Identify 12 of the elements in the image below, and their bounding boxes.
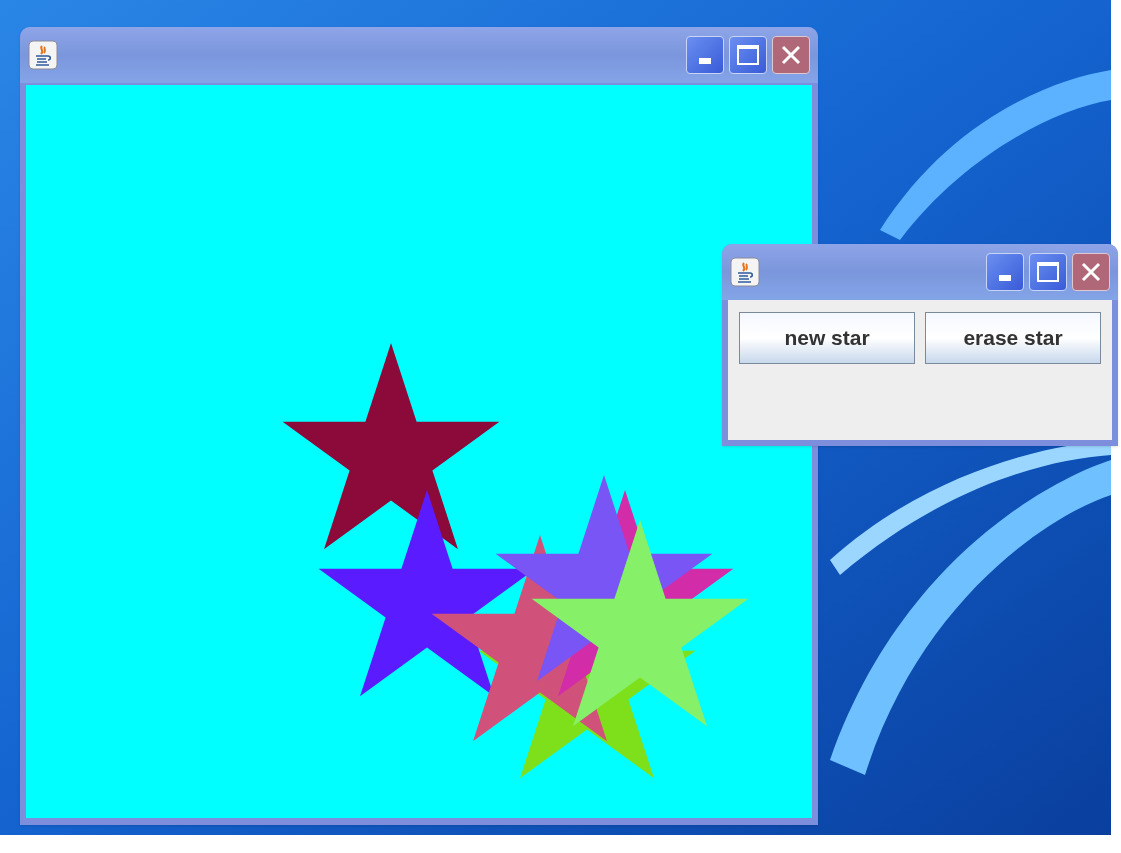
close-icon (1080, 261, 1102, 283)
close-icon (780, 44, 802, 66)
coffee-cup-icon (730, 257, 760, 287)
minimize-button[interactable] (986, 253, 1024, 291)
close-button[interactable] (1072, 253, 1110, 291)
action-button[interactable]: erase star (925, 312, 1101, 364)
maximize-button[interactable] (1029, 253, 1067, 291)
action-button[interactable]: new star (739, 312, 915, 364)
minimize-button[interactable] (686, 36, 724, 74)
coffee-cup-icon (28, 40, 58, 70)
close-button[interactable] (772, 36, 810, 74)
maximize-button[interactable] (729, 36, 767, 74)
